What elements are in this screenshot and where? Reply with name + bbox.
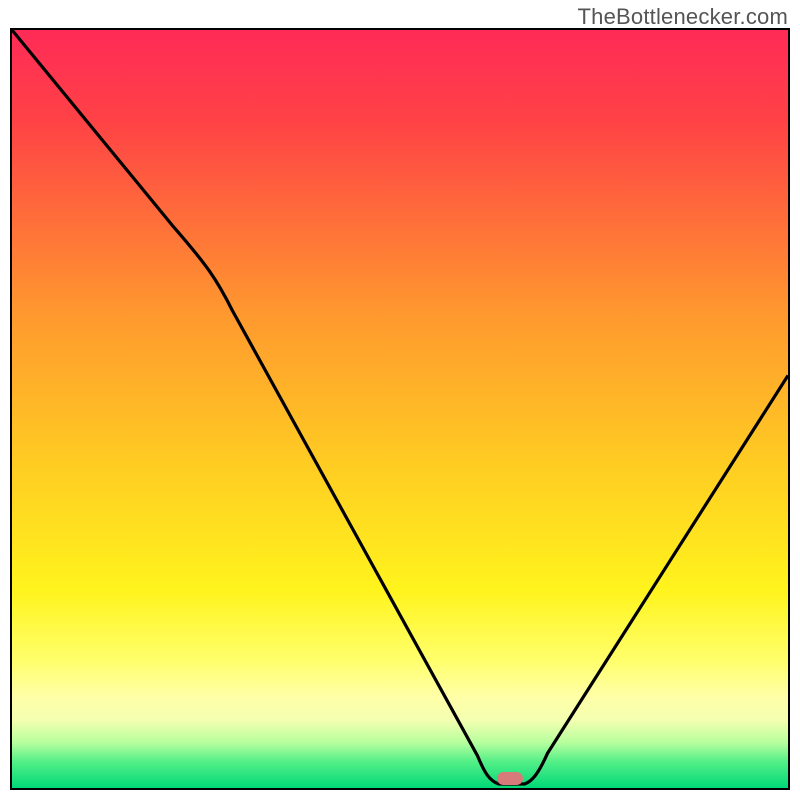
optimal-marker bbox=[497, 772, 523, 785]
bottleneck-curve bbox=[12, 30, 788, 788]
attribution-text: TheBottlenecker.com bbox=[578, 4, 788, 30]
chart-frame bbox=[10, 28, 790, 790]
